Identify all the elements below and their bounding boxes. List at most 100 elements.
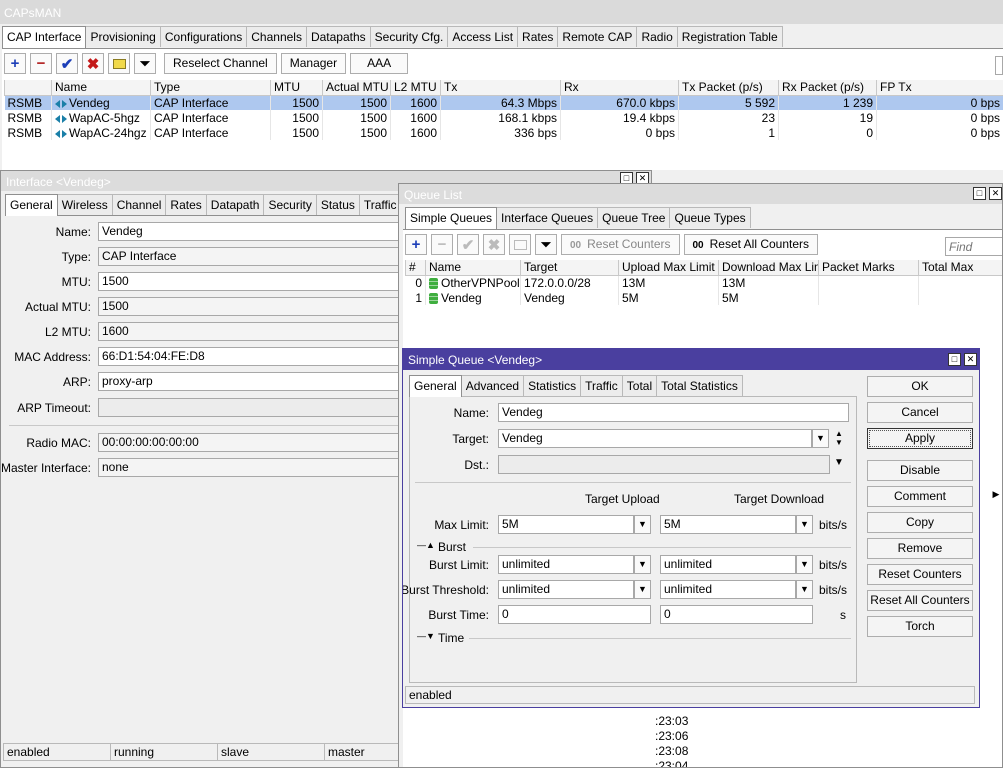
torch-button[interactable]: Torch [867, 616, 973, 637]
tab-channels[interactable]: Channels [246, 26, 307, 47]
table-row[interactable]: 0 OtherVPNPool 172.0.0.0/28 13M 13M [405, 275, 1002, 290]
table-row[interactable]: 1 Vendeg Vendeg 5M 5M [405, 290, 1002, 305]
tab-interface-queues[interactable]: Interface Queues [496, 207, 599, 228]
burst-threshold-upload-field[interactable]: unlimited [498, 580, 634, 599]
burst-threshold-upload-dropdown-icon[interactable]: ▼ [634, 580, 651, 599]
arp-field[interactable]: proxy-arp [98, 372, 418, 391]
tab-traffic[interactable]: Traffic [358, 194, 402, 215]
reset-all-counters-button[interactable]: 00 Reset All Counters [683, 234, 819, 255]
tab-rates[interactable]: Rates [165, 194, 207, 215]
reset-counters-button[interactable]: 00 Reset Counters [561, 234, 680, 255]
col-target[interactable]: Target [520, 260, 619, 276]
arp-timeout-field[interactable] [98, 398, 418, 417]
target-sort-icon[interactable]: ▲ ▼ [835, 429, 843, 447]
comment-icon[interactable] [108, 53, 130, 74]
maximize-icon[interactable]: □ [948, 353, 961, 366]
name-field[interactable]: Vendeg [98, 222, 418, 241]
comment-button[interactable]: Comment [867, 486, 973, 507]
add-icon[interactable]: + [405, 234, 427, 255]
burst-limit-upload-dropdown-icon[interactable]: ▼ [634, 555, 651, 574]
tab-advanced[interactable]: Advanced [460, 375, 525, 396]
burst-time-upload-field[interactable]: 0 [498, 605, 651, 624]
tab-statistics[interactable]: Statistics [523, 375, 582, 396]
col-total-max[interactable]: Total Max [918, 260, 1002, 276]
tab-wireless[interactable]: Wireless [56, 194, 113, 215]
mtu-field[interactable]: 1500 [98, 272, 418, 291]
max-limit-upload-field[interactable]: 5M [498, 515, 634, 534]
enable-check-icon[interactable]: ✔ [56, 53, 78, 74]
max-limit-upload-dropdown-icon[interactable]: ▼ [634, 515, 651, 534]
tab-simple-queues[interactable]: Simple Queues [405, 207, 498, 229]
filter-icon[interactable]: ⏷ [134, 53, 156, 74]
tab-radio[interactable]: Radio [636, 26, 678, 47]
burst-limit-upload-field[interactable]: unlimited [498, 555, 634, 574]
tab-access-list[interactable]: Access List [447, 26, 519, 47]
tab-security-cfg[interactable]: Security Cfg. [369, 26, 449, 47]
reset-all-counters-button[interactable]: Reset All Counters [867, 590, 973, 611]
col-number[interactable]: # [405, 260, 426, 276]
burst-limit-download-field[interactable]: unlimited [660, 555, 796, 574]
tab-rates[interactable]: Rates [517, 26, 559, 47]
ok-button[interactable]: OK [867, 376, 973, 397]
tab-queue-tree[interactable]: Queue Tree [597, 207, 671, 228]
apply-button[interactable]: Apply [867, 428, 973, 449]
col-tx-packet[interactable]: Tx Packet (p/s) [678, 80, 779, 96]
tab-provisioning[interactable]: Provisioning [85, 26, 161, 47]
col-name[interactable]: Name [51, 80, 151, 96]
capsman-find-stub[interactable] [995, 56, 1003, 75]
queue-name-field[interactable]: Vendeg [498, 403, 849, 422]
close-icon[interactable]: ✕ [989, 187, 1002, 200]
tab-total[interactable]: Total [621, 375, 658, 396]
tab-total-statistics[interactable]: Total Statistics [656, 375, 743, 396]
comment-icon[interactable] [509, 234, 531, 255]
tab-cap-interface[interactable]: CAP Interface [2, 26, 87, 48]
manager-button[interactable]: Manager [280, 53, 347, 74]
col-download-max-limit[interactable]: Download Max Limit [718, 260, 819, 276]
disable-button[interactable]: Disable [867, 460, 973, 481]
burst-limit-download-dropdown-icon[interactable]: ▼ [796, 555, 813, 574]
reset-counters-button[interactable]: Reset Counters [867, 564, 973, 585]
remove-button[interactable]: Remove [867, 538, 973, 559]
tab-traffic[interactable]: Traffic [580, 375, 623, 396]
tab-configurations[interactable]: Configurations [159, 26, 248, 47]
tab-queue-types[interactable]: Queue Types [669, 207, 751, 228]
cancel-button[interactable]: Cancel [867, 402, 973, 423]
dst-field[interactable] [498, 455, 830, 474]
tab-remote-cap[interactable]: Remote CAP [557, 26, 638, 47]
table-row[interactable]: RSMB WapAC-24hgz CAP Interface 1500 1500… [4, 125, 1003, 140]
tab-security[interactable]: Security [263, 194, 317, 215]
scroll-right-icon[interactable]: ▶ [989, 487, 1002, 501]
copy-button[interactable]: Copy [867, 512, 973, 533]
tab-datapath[interactable]: Datapath [205, 194, 265, 215]
target-dropdown-icon[interactable]: ▼ [812, 429, 829, 448]
close-icon[interactable]: ✕ [964, 353, 977, 366]
burst-collapse-icon[interactable]: —▲ [417, 540, 435, 550]
target-field[interactable]: Vendeg [498, 429, 812, 448]
tab-datapaths[interactable]: Datapaths [305, 26, 371, 47]
add-icon[interactable]: + [4, 53, 26, 74]
remove-icon[interactable]: − [30, 53, 52, 74]
col-fp-tx[interactable]: FP Tx [876, 80, 1003, 96]
reselect-channel-button[interactable]: Reselect Channel [164, 53, 277, 74]
time-expand-icon[interactable]: —▼ [417, 631, 435, 641]
burst-time-download-field[interactable]: 0 [660, 605, 813, 624]
table-row[interactable]: RSMB WapAC-5hgz CAP Interface 1500 1500 … [4, 110, 1003, 125]
disable-x-icon[interactable]: ✖ [82, 53, 104, 74]
filter-icon[interactable]: ⏷ [535, 234, 557, 255]
col-flags[interactable] [4, 80, 52, 96]
col-tx[interactable]: Tx [440, 80, 561, 96]
tab-registration-table[interactable]: Registration Table [676, 26, 783, 47]
col-rx-packet[interactable]: Rx Packet (p/s) [778, 80, 877, 96]
burst-threshold-download-dropdown-icon[interactable]: ▼ [796, 580, 813, 599]
enable-check-icon[interactable]: ✔ [457, 234, 479, 255]
col-name[interactable]: Name [425, 260, 521, 276]
col-upload-max-limit[interactable]: Upload Max Limit [618, 260, 719, 276]
mac-address-field[interactable]: 66:D1:54:04:FE:D8 [98, 347, 418, 366]
aaa-button[interactable]: AAA [350, 53, 409, 74]
col-actual-mtu[interactable]: Actual MTU [322, 80, 391, 96]
col-rx[interactable]: Rx [560, 80, 679, 96]
col-packet-marks[interactable]: Packet Marks [818, 260, 919, 276]
remove-icon[interactable]: − [431, 234, 453, 255]
max-limit-download-field[interactable]: 5M [660, 515, 796, 534]
col-l2-mtu[interactable]: L2 MTU [390, 80, 441, 96]
